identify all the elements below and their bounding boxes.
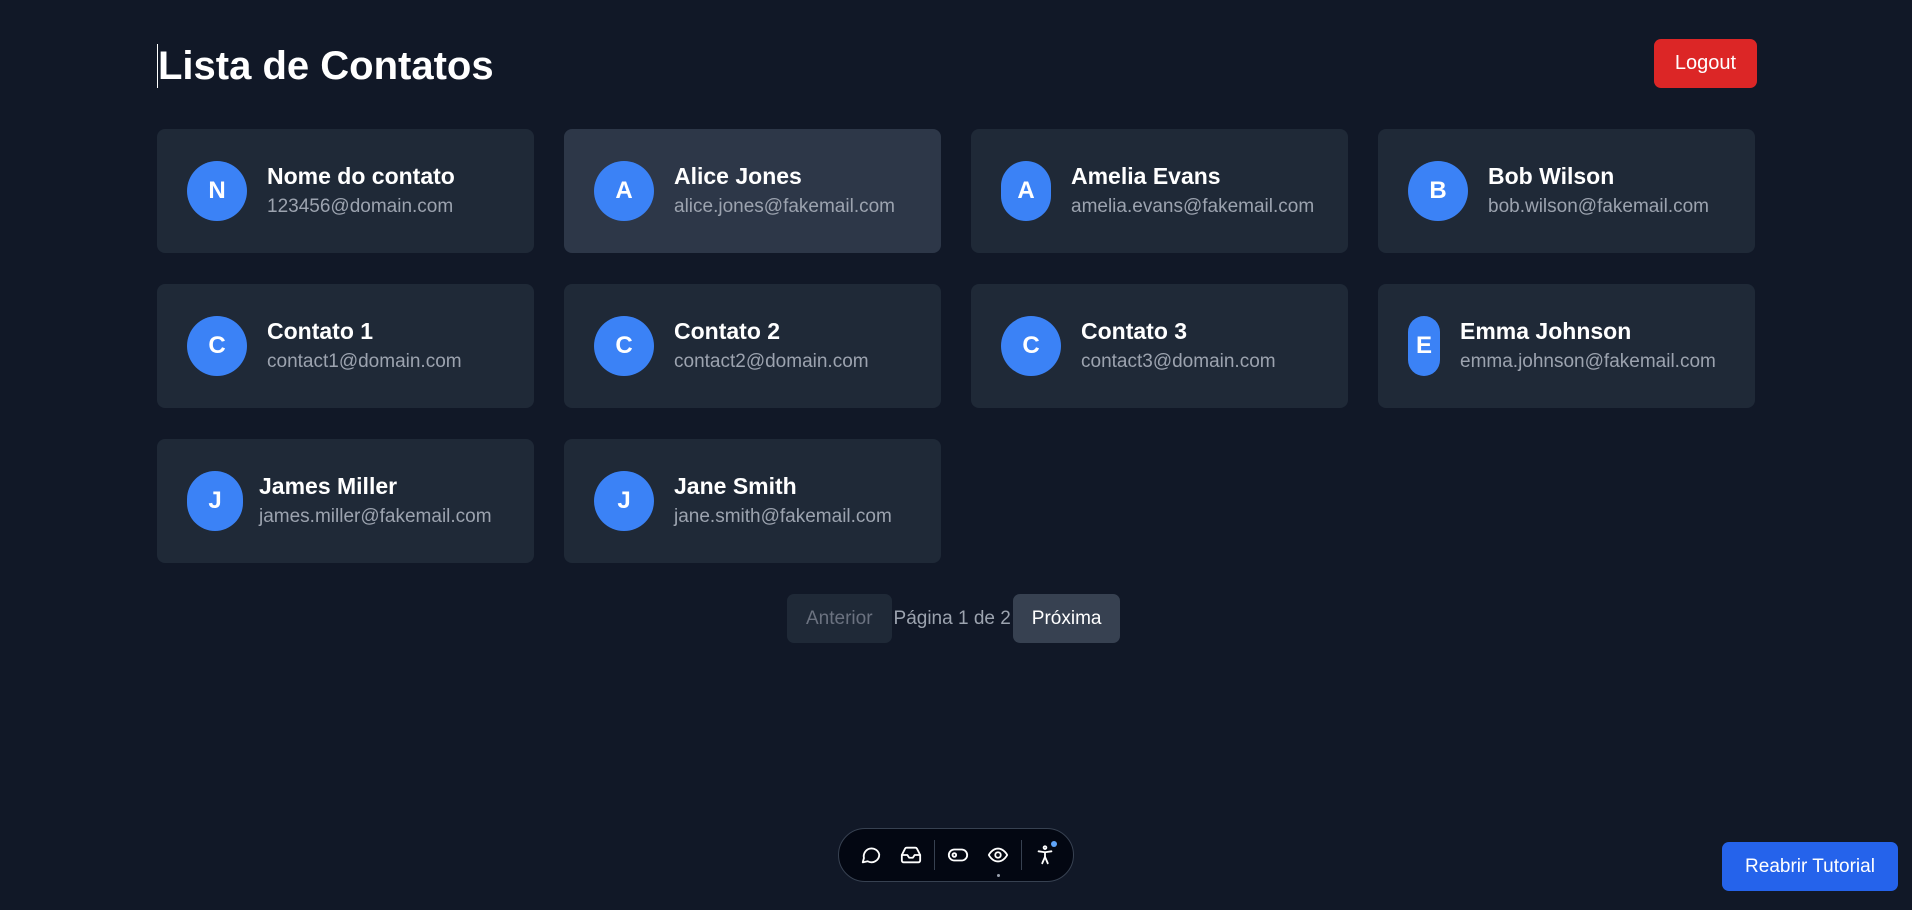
contact-name: Contato 3 bbox=[1081, 317, 1188, 344]
accessibility-icon[interactable] bbox=[1025, 835, 1065, 875]
page: Lista de Contatos Logout N Nome do conta… bbox=[0, 0, 1912, 910]
avatar: C bbox=[187, 316, 247, 376]
contact-email: james.miller@fakemail.com bbox=[259, 506, 492, 528]
contact-info: Contato 1 contact1@domain.com bbox=[267, 318, 462, 374]
avatar: E bbox=[1408, 316, 1440, 376]
pagination: Anterior Página 1 de 2 Próxima bbox=[787, 594, 1121, 643]
avatar: A bbox=[1001, 161, 1051, 221]
avatar: C bbox=[594, 316, 654, 376]
contact-name: Contato 1 bbox=[267, 317, 374, 344]
avatar: J bbox=[187, 471, 243, 531]
contact-card[interactable]: C Contato 1 contact1@domain.com bbox=[157, 284, 534, 408]
contact-email: alice.jones@fakemail.com bbox=[674, 196, 895, 218]
contact-card[interactable]: J Jane Smith jane.smith@fakemail.com bbox=[564, 439, 941, 563]
contact-name: Emma Johnson bbox=[1460, 317, 1632, 344]
contact-name: Contato 2 bbox=[674, 317, 781, 344]
toggle-icon[interactable] bbox=[938, 835, 978, 875]
chat-icon[interactable] bbox=[851, 835, 891, 875]
inbox-icon[interactable] bbox=[891, 835, 931, 875]
contact-info: Emma Johnson emma.johnson@fakemail.com bbox=[1460, 318, 1716, 374]
contact-info: Bob Wilson bob.wilson@fakemail.com bbox=[1488, 163, 1709, 219]
contact-email: emma.johnson@fakemail.com bbox=[1460, 351, 1716, 373]
contact-email: contact3@domain.com bbox=[1081, 351, 1276, 373]
contact-info: Contato 2 contact2@domain.com bbox=[674, 318, 869, 374]
contact-email: contact2@domain.com bbox=[674, 351, 869, 373]
contact-name: Amelia Evans bbox=[1071, 162, 1221, 189]
contact-info: Nome do contato 123456@domain.com bbox=[267, 163, 455, 219]
floating-toolbar bbox=[838, 828, 1074, 882]
contact-card[interactable]: A Amelia Evans amelia.evans@fakemail.com bbox=[971, 129, 1348, 253]
contact-email: 123456@domain.com bbox=[267, 196, 454, 218]
contact-card[interactable]: B Bob Wilson bob.wilson@fakemail.com bbox=[1378, 129, 1755, 253]
active-indicator bbox=[997, 874, 1000, 877]
eye-icon[interactable] bbox=[978, 835, 1018, 877]
avatar: C bbox=[1001, 316, 1061, 376]
contact-name: Jane Smith bbox=[674, 472, 797, 499]
notification-badge bbox=[1051, 841, 1057, 847]
toolbar-divider bbox=[934, 840, 935, 870]
header: Lista de Contatos Logout bbox=[157, 38, 1757, 90]
contact-info: Jane Smith jane.smith@fakemail.com bbox=[674, 473, 892, 529]
contact-card[interactable]: C Contato 2 contact2@domain.com bbox=[564, 284, 941, 408]
contact-name: Bob Wilson bbox=[1488, 162, 1615, 189]
contact-info: Amelia Evans amelia.evans@fakemail.com bbox=[1071, 163, 1314, 219]
toolbar-divider bbox=[1021, 840, 1022, 870]
contact-name: Alice Jones bbox=[674, 162, 802, 189]
contact-info: Contato 3 contact3@domain.com bbox=[1081, 318, 1276, 374]
logout-button[interactable]: Logout bbox=[1654, 39, 1757, 88]
avatar: J bbox=[594, 471, 654, 531]
contact-info: James Miller james.miller@fakemail.com bbox=[259, 473, 492, 529]
contact-name: Nome do contato bbox=[267, 162, 455, 189]
contact-card[interactable]: A Alice Jones alice.jones@fakemail.com bbox=[564, 129, 941, 253]
contact-email: amelia.evans@fakemail.com bbox=[1071, 196, 1315, 218]
page-info: Página 1 de 2 bbox=[893, 607, 1011, 629]
contact-email: contact1@domain.com bbox=[267, 351, 462, 373]
contact-card[interactable]: N Nome do contato 123456@domain.com bbox=[157, 129, 534, 253]
contact-card[interactable]: C Contato 3 contact3@domain.com bbox=[971, 284, 1348, 408]
reopen-tutorial-button[interactable]: Reabrir Tutorial bbox=[1722, 842, 1898, 891]
avatar: N bbox=[187, 161, 247, 221]
contact-email: jane.smith@fakemail.com bbox=[674, 506, 892, 528]
previous-page-button[interactable]: Anterior bbox=[787, 594, 892, 643]
contact-card[interactable]: J James Miller james.miller@fakemail.com bbox=[157, 439, 534, 563]
avatar: A bbox=[594, 161, 654, 221]
contact-info: Alice Jones alice.jones@fakemail.com bbox=[674, 163, 895, 219]
page-title: Lista de Contatos bbox=[157, 44, 494, 88]
contact-card[interactable]: E Emma Johnson emma.johnson@fakemail.com bbox=[1378, 284, 1755, 408]
contact-email: bob.wilson@fakemail.com bbox=[1488, 196, 1709, 218]
next-page-button[interactable]: Próxima bbox=[1012, 594, 1121, 643]
avatar: B bbox=[1408, 161, 1468, 221]
contact-name: James Miller bbox=[259, 472, 398, 499]
contact-grid: N Nome do contato 123456@domain.com A Al… bbox=[157, 129, 1757, 563]
